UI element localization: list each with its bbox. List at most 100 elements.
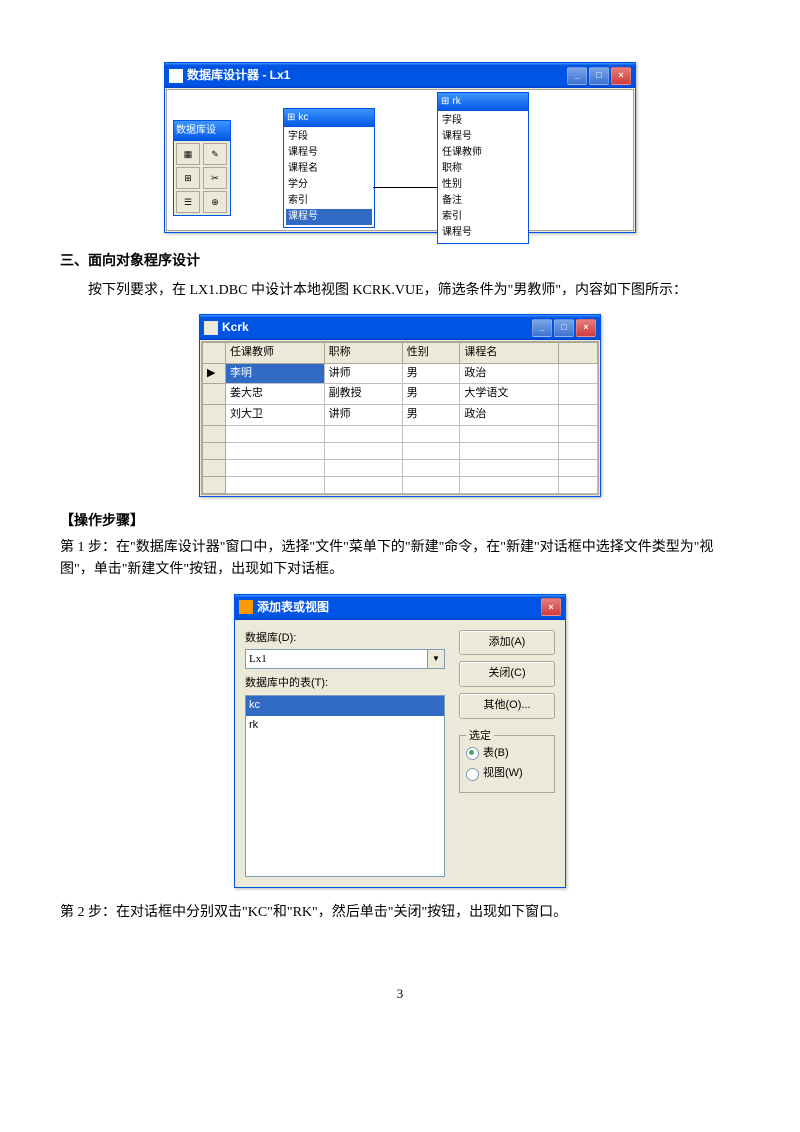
step-text: 第 2 步：在对话框中分别双击"KC"和"RK"，然后单击"关闭"按钮，出现如下… xyxy=(60,902,740,924)
table-row xyxy=(203,476,598,493)
steps-title: 【操作步骤】 xyxy=(60,511,740,533)
field-item: 课程号 xyxy=(286,145,372,161)
table-row[interactable]: 刘大卫 讲师 男 政治 xyxy=(203,404,598,425)
col-header[interactable]: 任课教师 xyxy=(226,343,325,364)
window-title: Kcrk xyxy=(222,318,532,337)
cell[interactable]: 刘大卫 xyxy=(226,404,325,425)
table-panel-kc[interactable]: kc 字段 课程号 课程名 学分 索引 课程号 xyxy=(283,108,375,228)
field-item: 课程号 xyxy=(440,225,526,241)
radio-icon[interactable] xyxy=(466,768,479,781)
add-table-dialog: 添加表或视图 × 数据库(D): ▼ 数据库中的表(T): kc rk 添加(A… xyxy=(234,594,566,888)
group-title: 选定 xyxy=(466,728,494,746)
fox-icon xyxy=(239,600,253,614)
app-icon xyxy=(204,321,218,335)
section-heading: 三、面向对象程序设计 xyxy=(60,251,740,273)
cell[interactable]: 李明 xyxy=(226,363,325,384)
titlebar: Kcrk _ □ × xyxy=(200,315,600,340)
cell[interactable]: 讲师 xyxy=(324,363,402,384)
step-text: 第 1 步：在"数据库设计器"窗口中，选择"文件"菜单下的"新建"命令，在"新建… xyxy=(60,537,740,582)
minimize-icon[interactable]: _ xyxy=(532,319,552,337)
minimize-icon[interactable]: _ xyxy=(567,67,587,85)
toolbox-button[interactable]: ▦ xyxy=(176,143,200,165)
col-header[interactable]: 职称 xyxy=(324,343,402,364)
table-panel-rk[interactable]: rk 字段 课程号 任课教师 职称 性别 备注 索引 课程号 xyxy=(437,92,529,244)
toolbox-button[interactable]: ✎ xyxy=(203,143,227,165)
close-icon[interactable]: × xyxy=(576,319,596,337)
cell[interactable]: 男 xyxy=(402,384,460,405)
select-groupbox: 选定 表(B) 视图(W) xyxy=(459,735,555,793)
kcrk-window: Kcrk _ □ × 任课教师 职称 性别 课程名 ▶ 李明 xyxy=(199,314,601,497)
window-title: 数据库设计器 - Lx1 xyxy=(187,66,567,85)
field-item: 备注 xyxy=(440,193,526,209)
relation-line xyxy=(373,187,437,188)
radio-label: 表(B) xyxy=(483,745,509,763)
row-pointer-icon: ▶ xyxy=(203,363,226,384)
tables-label: 数据库中的表(T): xyxy=(245,675,445,693)
other-button[interactable]: 其他(O)... xyxy=(459,693,555,719)
col-header xyxy=(559,343,598,364)
table-title: rk xyxy=(438,93,528,111)
field-item: 字段 xyxy=(440,113,526,129)
db-combo[interactable]: ▼ xyxy=(245,649,445,669)
dialog-body: 数据库(D): ▼ 数据库中的表(T): kc rk 添加(A) 关闭(C) 其… xyxy=(235,620,565,887)
list-item[interactable]: kc xyxy=(246,696,444,716)
maximize-icon[interactable]: □ xyxy=(589,67,609,85)
field-item: 性别 xyxy=(440,177,526,193)
cell[interactable]: 政治 xyxy=(460,404,559,425)
cell[interactable]: 男 xyxy=(402,363,460,384)
table-row xyxy=(203,459,598,476)
data-grid: 任课教师 职称 性别 课程名 ▶ 李明 讲师 男 政治 姜大忠 xyxy=(202,342,598,493)
close-button[interactable]: 关闭(C) xyxy=(459,661,555,687)
titlebar: 数据库设计器 - Lx1 _ □ × xyxy=(165,63,635,88)
cell xyxy=(559,363,598,384)
app-icon xyxy=(169,69,183,83)
corner-cell xyxy=(203,343,226,364)
field-item: 字段 xyxy=(286,129,372,145)
titlebar: 添加表或视图 × xyxy=(235,595,565,620)
chevron-down-icon[interactable]: ▼ xyxy=(427,650,444,668)
add-button[interactable]: 添加(A) xyxy=(459,630,555,656)
table-row xyxy=(203,442,598,459)
col-header[interactable]: 课程名 xyxy=(460,343,559,364)
col-header[interactable]: 性别 xyxy=(402,343,460,364)
radio-icon[interactable] xyxy=(466,747,479,760)
db-designer-window: 数据库设计器 - Lx1 _ □ × 数据库设 ▦ ✎ ⊞ ✂ ☰ ⊕ k xyxy=(164,62,636,233)
tables-listbox[interactable]: kc rk xyxy=(245,695,445,877)
table-title: kc xyxy=(284,109,374,127)
table-row[interactable]: 姜大忠 副教授 男 大学语文 xyxy=(203,384,598,405)
close-icon[interactable]: × xyxy=(541,598,561,616)
table-row[interactable]: ▶ 李明 讲师 男 政治 xyxy=(203,363,598,384)
field-item: 职称 xyxy=(440,161,526,177)
toolbox-button[interactable]: ⊞ xyxy=(176,167,200,189)
field-item: 课程号 xyxy=(440,129,526,145)
cell[interactable]: 讲师 xyxy=(324,404,402,425)
radio-table[interactable]: 表(B) xyxy=(466,745,548,763)
toolbox-button[interactable]: ☰ xyxy=(176,191,200,213)
field-item: 学分 xyxy=(286,177,372,193)
list-item[interactable]: rk xyxy=(246,716,444,736)
db-combo-input[interactable] xyxy=(246,650,427,668)
cell[interactable]: 姜大忠 xyxy=(226,384,325,405)
dialog-title: 添加表或视图 xyxy=(257,598,541,617)
toolbox-button[interactable]: ⊕ xyxy=(203,191,227,213)
field-item: 索引 xyxy=(440,209,526,225)
toolbox: 数据库设 ▦ ✎ ⊞ ✂ ☰ ⊕ xyxy=(173,120,231,216)
table-row xyxy=(203,425,598,442)
radio-label: 视图(W) xyxy=(483,765,523,783)
close-icon[interactable]: × xyxy=(611,67,631,85)
paragraph: 按下列要求，在 LX1.DBC 中设计本地视图 KCRK.VUE，筛选条件为"男… xyxy=(60,280,740,302)
field-item: 任课教师 xyxy=(440,145,526,161)
db-label: 数据库(D): xyxy=(245,630,445,648)
cell[interactable]: 大学语文 xyxy=(460,384,559,405)
field-item: 课程号 xyxy=(286,209,372,225)
toolbox-title: 数据库设 xyxy=(174,121,230,141)
radio-view[interactable]: 视图(W) xyxy=(466,765,548,783)
cell[interactable]: 政治 xyxy=(460,363,559,384)
cell[interactable]: 男 xyxy=(402,404,460,425)
grid-body: 任课教师 职称 性别 课程名 ▶ 李明 讲师 男 政治 姜大忠 xyxy=(201,341,599,494)
maximize-icon[interactable]: □ xyxy=(554,319,574,337)
designer-canvas: 数据库设 ▦ ✎ ⊞ ✂ ☰ ⊕ kc 字段 课程号 课程名 学分 索引 xyxy=(166,89,634,231)
cell[interactable]: 副教授 xyxy=(324,384,402,405)
page-number: 3 xyxy=(60,984,740,1005)
toolbox-button[interactable]: ✂ xyxy=(203,167,227,189)
